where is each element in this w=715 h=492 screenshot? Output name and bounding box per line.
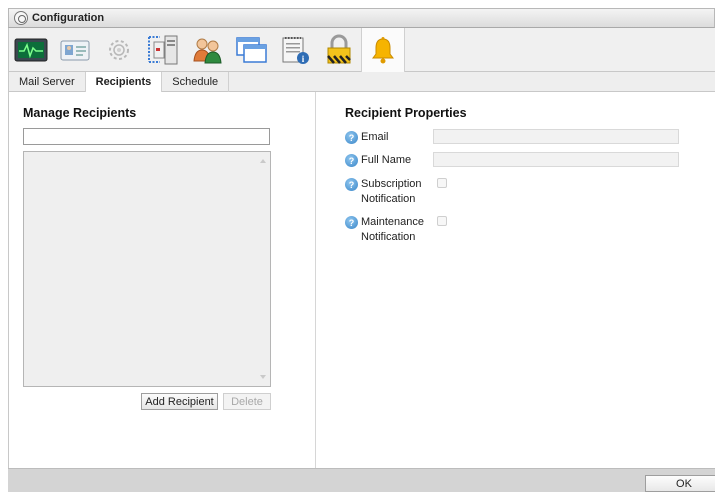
windows-icon[interactable] bbox=[229, 28, 273, 72]
manage-recipients-title: Manage Recipients bbox=[23, 106, 137, 120]
recipient-properties-pane: Recipient Properties ? Email ? Full Name… bbox=[317, 92, 715, 468]
maintenance-label: Maintenance Notification bbox=[361, 216, 424, 243]
window-titlebar: Configuration bbox=[8, 8, 715, 28]
dialog-footer: OK bbox=[8, 468, 715, 492]
subscription-checkbox[interactable] bbox=[437, 178, 447, 188]
server-network-icon[interactable] bbox=[141, 28, 185, 72]
scroll-down-arrow-icon[interactable] bbox=[260, 375, 266, 379]
recipient-search-input[interactable] bbox=[23, 128, 270, 145]
help-icon[interactable]: ? bbox=[345, 154, 358, 167]
monitor-pulse-icon[interactable] bbox=[9, 28, 53, 72]
fullname-field[interactable] bbox=[433, 152, 679, 167]
ok-button[interactable]: OK bbox=[645, 475, 715, 492]
manage-recipients-pane: Manage Recipients Add Recipient Delete bbox=[9, 92, 316, 468]
subscription-label: Subscription Notification bbox=[361, 178, 422, 205]
user-card-icon[interactable] bbox=[53, 28, 97, 72]
scroll-up-arrow-icon[interactable] bbox=[260, 159, 266, 163]
help-icon[interactable]: ? bbox=[345, 216, 358, 229]
tab-mail-server[interactable]: Mail Server bbox=[9, 72, 86, 92]
lock-icon[interactable] bbox=[317, 28, 361, 72]
list-scrollbar[interactable] bbox=[256, 152, 270, 386]
maintenance-row: ? Maintenance Notification bbox=[345, 215, 431, 245]
window-title: Configuration bbox=[32, 12, 105, 24]
toolbar: i bbox=[8, 27, 715, 72]
bell-icon[interactable] bbox=[361, 27, 405, 72]
email-row: ? Email bbox=[345, 130, 431, 145]
maintenance-checkbox[interactable] bbox=[437, 216, 447, 226]
recipient-properties-title: Recipient Properties bbox=[345, 106, 467, 120]
tab-schedule[interactable]: Schedule bbox=[162, 72, 230, 92]
recipients-list[interactable] bbox=[23, 151, 271, 387]
fullname-label: Full Name bbox=[361, 154, 412, 166]
fullname-row: ? Full Name bbox=[345, 153, 431, 168]
notepad-info-icon[interactable]: i bbox=[273, 28, 317, 72]
add-recipient-button[interactable]: Add Recipient bbox=[141, 393, 218, 410]
help-icon[interactable]: ? bbox=[345, 131, 358, 144]
delete-button[interactable]: Delete bbox=[223, 393, 271, 410]
subscription-row: ? Subscription Notification bbox=[345, 177, 431, 207]
gear-icon[interactable] bbox=[97, 28, 141, 72]
tab-bar: Mail Server Recipients Schedule bbox=[8, 72, 715, 93]
content-area: Manage Recipients Add Recipient Delete R… bbox=[8, 92, 715, 468]
help-icon[interactable]: ? bbox=[345, 178, 358, 191]
email-label: Email bbox=[361, 131, 389, 143]
users-icon[interactable] bbox=[185, 28, 229, 72]
settings-icon bbox=[14, 11, 28, 25]
tab-recipients[interactable]: Recipients bbox=[85, 72, 163, 93]
email-field[interactable] bbox=[433, 129, 679, 144]
